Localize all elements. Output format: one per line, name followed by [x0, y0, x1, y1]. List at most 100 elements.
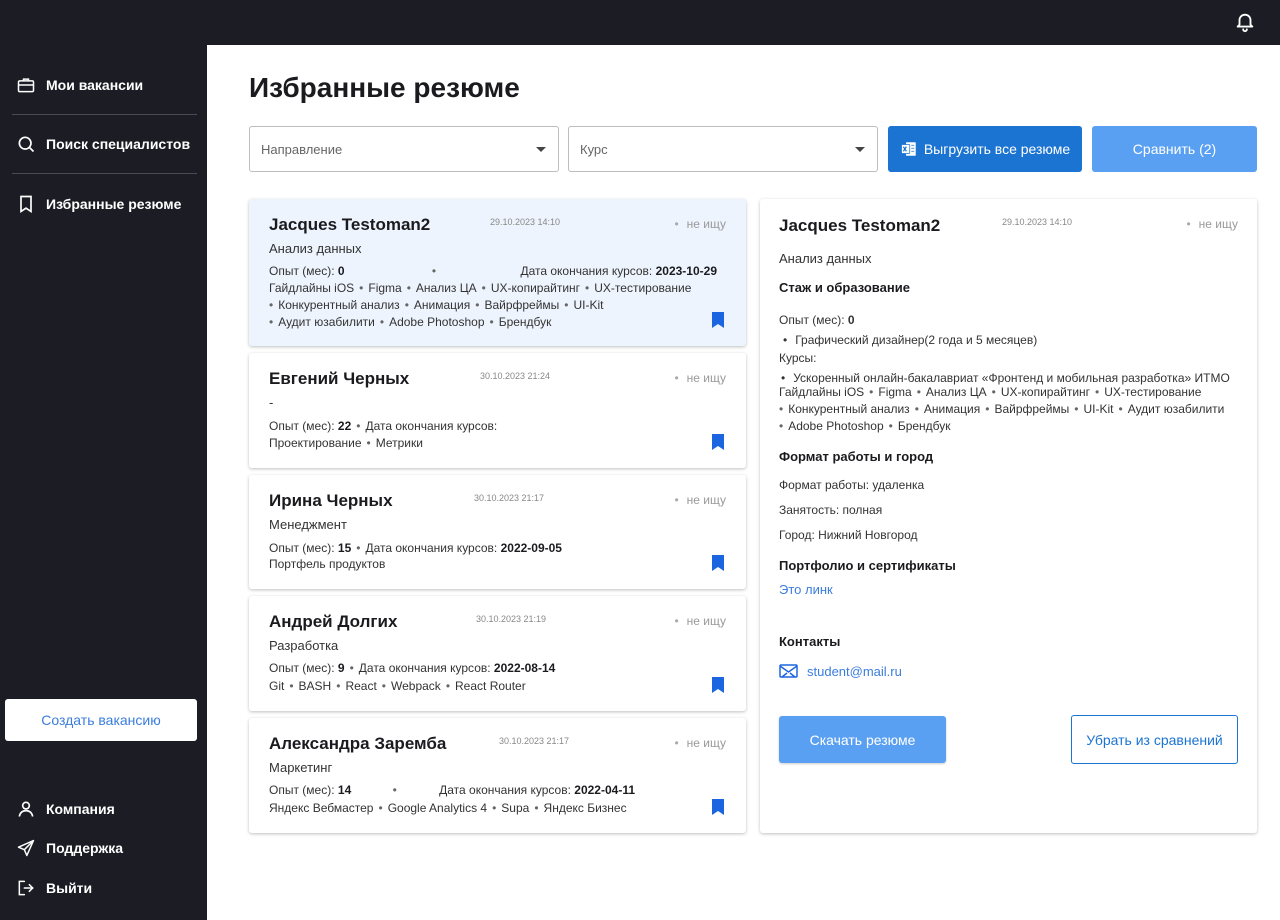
export-all-label: Выгрузить все резюме — [923, 141, 1071, 157]
candidate-name: Jacques Testoman2 — [269, 215, 431, 234]
detail-course-item: • Ускоренный онлайн-бакалавриат «Фронтенд… — [781, 371, 1230, 385]
chevron-down-icon — [536, 147, 546, 152]
resume-card[interactable]: Андрей Долгих 30.10.2023 21:19 не ищу Ра… — [249, 596, 746, 711]
experience-row: Опыт (мес): 9 • Дата окончания курсов: 202… — [269, 661, 556, 675]
status-badge: не ищу — [674, 371, 726, 385]
chevron-down-icon — [855, 147, 865, 152]
compare-button[interactable]: Сравнить (2) — [1092, 126, 1257, 172]
detail-date: 29.10.2023 14:10 — [1002, 217, 1073, 227]
section-experience-heading: Стаж и образование — [779, 280, 910, 295]
resume-card[interactable]: Ирина Черных 30.10.2023 21:17 не ищу Мен… — [249, 475, 746, 589]
candidate-direction: Менеджмент — [269, 517, 347, 532]
detail-work-format: Формат работы: удаленка — [779, 478, 925, 492]
email-link: student@mail.ru — [807, 663, 902, 679]
sidebar-divider — [12, 173, 197, 174]
sidebar-item-search[interactable]: Поиск специалистов — [0, 124, 207, 164]
detail-city: Город: Нижний Новгород — [779, 528, 918, 542]
sidebar-item-company[interactable]: Компания — [0, 789, 207, 829]
course-select[interactable]: Курс — [568, 126, 878, 172]
status-badge: не ищу — [674, 493, 726, 507]
candidate-name: Александра Заремба — [269, 734, 447, 753]
experience-row: Опыт (мес): 22 • Дата окончания курсов: — [269, 419, 498, 433]
experience-row: Опыт (мес): 14 • Дата окончания курсов: … — [269, 783, 636, 797]
portfolio-link[interactable]: Это линк — [779, 582, 833, 597]
logout-icon — [18, 880, 34, 896]
sidebar-item-logout[interactable]: Выйти — [0, 868, 207, 908]
experience-row: Опыт (мес): 15 • Дата окончания курсов: 20… — [269, 541, 562, 555]
briefcase-icon — [17, 78, 35, 93]
detail-skills-row: • Adobe Photoshop • Брендбук — [779, 419, 951, 433]
bell-icon[interactable] — [1234, 11, 1256, 33]
sidebar-item-label: Компания — [46, 801, 115, 817]
skills-row: Гайдлайны iOS • Figma • Анализ ЦА • UX-копирай… — [269, 281, 692, 295]
section-format-heading: Формат работы и город — [779, 449, 934, 464]
skills-row: • Конкурентный анализ • Анимация • Вайрфреймы… — [269, 298, 604, 312]
candidate-name: Андрей Долгих — [269, 612, 398, 631]
sidebar-item-favorites[interactable]: Избранные резюме — [0, 184, 207, 224]
sidebar-item-label: Поддержка — [46, 840, 124, 856]
user-icon — [18, 801, 34, 817]
email-contact[interactable]: student@mail.ru — [779, 663, 902, 679]
candidate-direction: Разработка — [269, 638, 339, 653]
excel-icon — [900, 142, 916, 156]
status-badge: не ищу — [674, 736, 726, 750]
bookmark-icon[interactable] — [712, 677, 724, 693]
detail-experience-item: • Графический дизайнер(2 года и 5 месяцев… — [783, 333, 1038, 347]
section-portfolio-heading: Портфолио и сертификаты — [779, 558, 956, 573]
candidate-direction: Анализ данных — [269, 241, 362, 256]
skills-row: Git • BASH • React • Webpack • React Router — [269, 679, 526, 693]
mail-icon — [779, 664, 798, 678]
resume-card[interactable]: Александра Заремба 30.10.2023 21:17 не и… — [249, 718, 746, 833]
candidate-direction: Маркетинг — [269, 760, 333, 775]
sidebar-item-label: Выйти — [46, 880, 93, 896]
detail-employment: Занятость: полная — [779, 503, 883, 517]
resume-card[interactable]: Jacques Testoman2 29.10.2023 14:10 не ищ… — [249, 199, 746, 346]
bookmark-icon[interactable] — [712, 799, 724, 815]
detail-candidate-name: Jacques Testoman2 — [779, 216, 941, 235]
bookmark-icon[interactable] — [712, 555, 724, 571]
status-badge: не ищу — [674, 217, 726, 231]
section-contacts-heading: Контакты — [779, 634, 841, 649]
export-all-button[interactable]: Выгрузить все резюме — [888, 126, 1082, 172]
detail-status-badge: • не ищу — [1186, 217, 1238, 231]
resume-detail-panel: Jacques Testoman2 29.10.2023 14:10 • не и… — [760, 199, 1257, 833]
download-resume-button[interactable]: Скачать резюме — [779, 716, 946, 763]
course-select-placeholder: Курс — [580, 141, 608, 157]
sidebar-item-label: Поиск специалистов — [46, 136, 191, 152]
resume-date: 30.10.2023 21:24 — [480, 371, 551, 381]
page-title: Избранные резюме — [249, 72, 520, 103]
resume-date: 30.10.2023 21:19 — [476, 614, 547, 624]
remove-from-compare-button[interactable]: Убрать из сравнений — [1071, 715, 1238, 764]
resume-card[interactable]: Евгений Черных 30.10.2023 21:24 не ищу -… — [249, 353, 746, 468]
sidebar-item-support[interactable]: Поддержка — [0, 828, 207, 868]
top-bar — [0, 0, 1280, 45]
skills-row: • Аудит юзабилити • Adobe Photoshop • Брендбу… — [269, 315, 552, 329]
direction-select-placeholder: Направление — [261, 141, 343, 157]
detail-direction: Анализ данных — [779, 251, 872, 266]
bookmark-icon — [20, 195, 32, 214]
resume-date: 29.10.2023 14:10 — [490, 217, 561, 227]
skills-row: Яндекс Вебмастер • Google Analytics 4 • Supa… — [269, 801, 627, 815]
sidebar: Мои вакансии Поиск специалистов Избранны… — [0, 45, 207, 920]
direction-select[interactable]: Направление — [249, 126, 559, 172]
bookmark-icon[interactable] — [712, 312, 724, 328]
candidate-name: Ирина Черных — [269, 491, 393, 510]
resume-date: 30.10.2023 21:17 — [499, 736, 570, 746]
sidebar-divider — [12, 114, 197, 115]
resume-date: 30.10.2023 21:17 — [474, 493, 545, 503]
create-vacancy-button[interactable]: Создать вакансию — [5, 699, 197, 741]
bookmark-icon[interactable] — [712, 434, 724, 450]
detail-skills-row: Гайдлайны iOS • Figma • Анализ ЦА • UX-копирай… — [779, 385, 1202, 399]
skills-row: Проектирование • Метрики — [269, 436, 423, 450]
sidebar-item-label: Мои вакансии — [46, 77, 144, 93]
detail-courses-label: Курсы: — [779, 351, 817, 365]
send-icon — [17, 839, 35, 857]
sidebar-item-label: Избранные резюме — [46, 196, 182, 212]
search-icon — [18, 136, 35, 153]
experience-row: Опыт (мес): 0 • Дата окончания курсов: 2… — [269, 264, 717, 278]
detail-experience: Опыт (мес): 0 — [779, 313, 855, 327]
sidebar-item-my-vacancies[interactable]: Мои вакансии — [0, 65, 207, 105]
status-badge: не ищу — [674, 614, 726, 628]
skills-row: Портфель продуктов — [269, 557, 386, 571]
candidate-direction: - — [269, 395, 274, 410]
